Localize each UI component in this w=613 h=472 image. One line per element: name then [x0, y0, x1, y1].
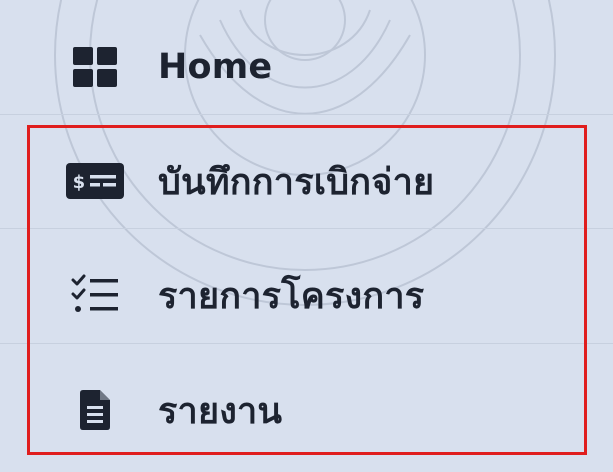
- sidebar-menu: Home $ บันทึกการเบิกจ่าย รายการโครงการ ร…: [0, 0, 613, 472]
- sidebar-item-label: Home: [158, 47, 273, 87]
- sidebar-item-home[interactable]: Home: [0, 22, 613, 112]
- grid-icon: [64, 44, 126, 90]
- divider: [0, 114, 613, 115]
- selection-highlight-box: [27, 125, 587, 455]
